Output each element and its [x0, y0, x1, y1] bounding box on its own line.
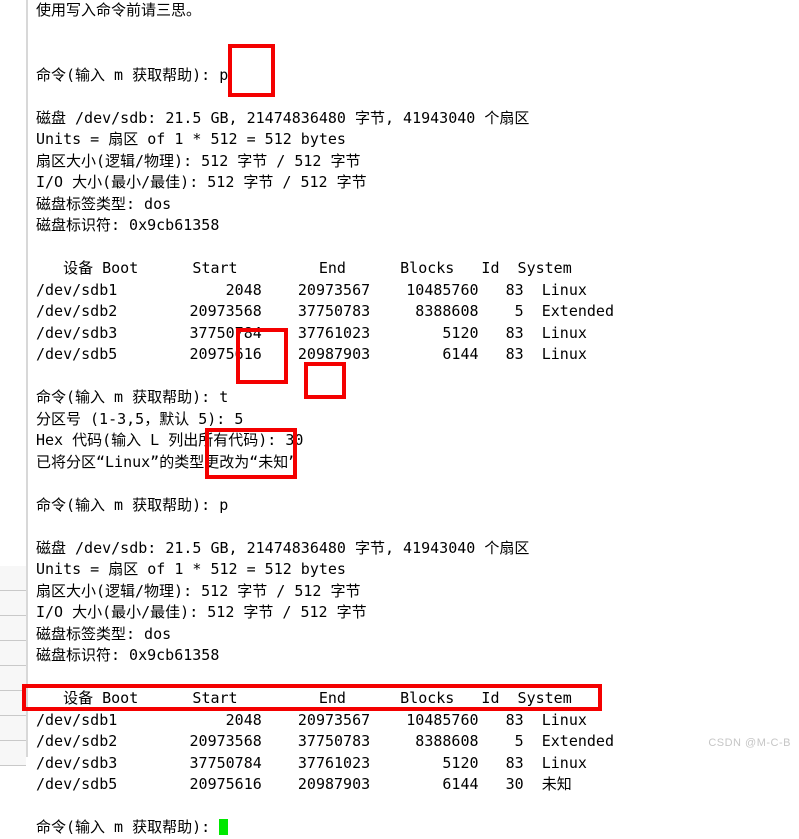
gutter-cell [0, 741, 26, 766]
terminal-line-units-2: Units = 扇区 of 1 * 512 = 512 bytes [36, 560, 346, 578]
terminal-line-row-sdb2-1: /dev/sdb2 20973568 37750783 8388608 5 Ex… [36, 302, 614, 320]
terminal-line-prompt-3: 命令(输入 m 获取帮助): p [36, 495, 229, 514]
terminal-cursor [219, 819, 229, 835]
terminal-output[interactable]: 使用写入命令前请三思。命令(输入 m 获取帮助): p 磁盘 /dev/sdb: … [28, 0, 799, 836]
background-document-gutter [0, 0, 26, 766]
terminal-line-blank-4 [28, 237, 799, 259]
gutter-cell [0, 716, 26, 741]
terminal-line-warn-write: 使用写入命令前请三思。 [36, 1, 202, 19]
terminal-line-row-sdb5-1: /dev/sdb5 20975616 20987903 6144 83 Linu… [36, 345, 587, 363]
terminal-line-row-sdb3-1: /dev/sdb3 37750784 37761023 5120 83 Linu… [36, 323, 587, 342]
terminal-line-prompt-1: 命令(输入 m 获取帮助): p [36, 65, 229, 84]
terminal-line-table-header-1: 设备 Boot Start End Blocks Id System [36, 259, 572, 277]
terminal-line-row-sdb3-2: /dev/sdb3 37750784 37761023 5120 83 Linu… [36, 753, 587, 772]
terminal-line-type-changed: 已将分区“Linux”的类型更改为“未知” [36, 452, 298, 471]
terminal-line-blank-9 [28, 796, 799, 818]
watermark: CSDN @M-C-B [708, 737, 791, 749]
terminal-line-blank-2 [28, 43, 799, 65]
terminal-line-label-type-1: 磁盘标签类型: dos [36, 194, 172, 213]
gutter-cell [0, 641, 26, 666]
terminal-line-table-header-2: 设备 Boot Start End Blocks Id System [36, 689, 572, 707]
terminal-line-blank-1 [28, 22, 799, 44]
gutter-cell [0, 591, 26, 616]
terminal-line-disk-2: 磁盘 /dev/sdb: 21.5 GB, 21474836480 字节, 41… [36, 538, 530, 557]
terminal-line-row-sdb1-1: /dev/sdb1 2048 20973567 10485760 83 Linu… [36, 280, 587, 299]
gutter-cell [0, 691, 26, 716]
terminal-line-label-type-2: 磁盘标签类型: dos [36, 624, 172, 643]
terminal-line-io-size-2: I/O 大小(最小/最佳): 512 字节 / 512 字节 [36, 603, 367, 621]
terminal-line-blank-3 [28, 86, 799, 108]
terminal-line-disk-1: 磁盘 /dev/sdb: 21.5 GB, 21474836480 字节, 41… [36, 108, 530, 127]
gutter-cell [0, 666, 26, 691]
terminal-line-sector-size-1: 扇区大小(逻辑/物理): 512 字节 / 512 字节 [36, 151, 361, 170]
terminal-line-row-sdb5-2: /dev/sdb5 20975616 20987903 6144 30 未知 [36, 775, 572, 793]
terminal-line-sector-size-2: 扇区大小(逻辑/物理): 512 字节 / 512 字节 [36, 581, 361, 600]
gutter-cell [0, 566, 26, 591]
terminal-line-disk-id-1: 磁盘标识符: 0x9cb61358 [36, 216, 220, 234]
terminal-line-disk-id-2: 磁盘标识符: 0x9cb61358 [36, 646, 220, 664]
terminal-line-hex-code: Hex 代码(输入 L 列出所有代码): 30 [36, 431, 304, 449]
terminal-line-prompt-4: 命令(输入 m 获取帮助): [28, 817, 799, 839]
terminal-line-partition-number: 分区号 (1-3,5，默认 5): 5 [36, 409, 244, 428]
terminal-line-io-size-1: I/O 大小(最小/最佳): 512 字节 / 512 字节 [36, 173, 367, 191]
terminal-line-blank-6 [28, 473, 799, 495]
terminal-line-row-sdb2-2: /dev/sdb2 20973568 37750783 8388608 5 Ex… [36, 732, 614, 750]
terminal-line-blank-7 [28, 516, 799, 538]
terminal-line-blank-5 [28, 366, 799, 388]
terminal-line-prompt-2: 命令(输入 m 获取帮助): t [36, 388, 229, 406]
terminal-line-blank-8 [28, 667, 799, 689]
terminal-line-row-sdb1-2: /dev/sdb1 2048 20973567 10485760 83 Linu… [36, 710, 587, 729]
terminal-line-units-1: Units = 扇区 of 1 * 512 = 512 bytes [36, 130, 346, 148]
gutter-cell [0, 616, 26, 641]
